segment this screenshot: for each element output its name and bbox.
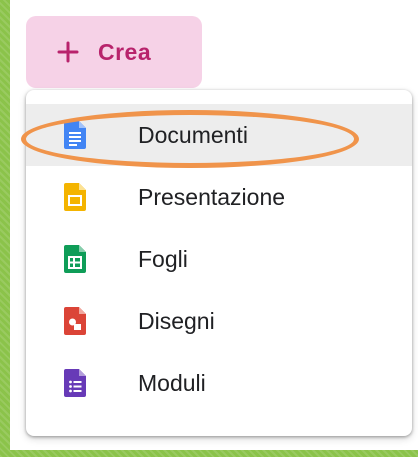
create-button-label: Crea bbox=[98, 38, 152, 65]
google-slides-icon bbox=[64, 183, 86, 211]
menu-item-disegni[interactable]: Disegni bbox=[26, 290, 412, 352]
menu-item-label: Documenti bbox=[138, 121, 248, 148]
menu-item-moduli[interactable]: Moduli bbox=[26, 352, 412, 414]
plus-icon bbox=[57, 41, 79, 63]
google-sheets-icon bbox=[64, 245, 86, 273]
menu-item-presentazione[interactable]: Presentazione bbox=[26, 166, 412, 228]
create-menu: Documenti Presentazione Fogli Disegni Mo… bbox=[26, 90, 412, 436]
menu-item-documenti[interactable]: Documenti bbox=[26, 104, 412, 166]
menu-item-label: Moduli bbox=[138, 369, 206, 396]
menu-item-label: Presentazione bbox=[138, 183, 286, 210]
menu-item-label: Disegni bbox=[138, 307, 215, 334]
create-button[interactable]: Crea bbox=[26, 16, 202, 88]
menu-item-label: Fogli bbox=[138, 245, 188, 272]
google-drawings-icon bbox=[64, 307, 86, 335]
google-forms-icon bbox=[64, 369, 86, 397]
google-docs-icon bbox=[64, 121, 86, 149]
menu-item-fogli[interactable]: Fogli bbox=[26, 228, 412, 290]
